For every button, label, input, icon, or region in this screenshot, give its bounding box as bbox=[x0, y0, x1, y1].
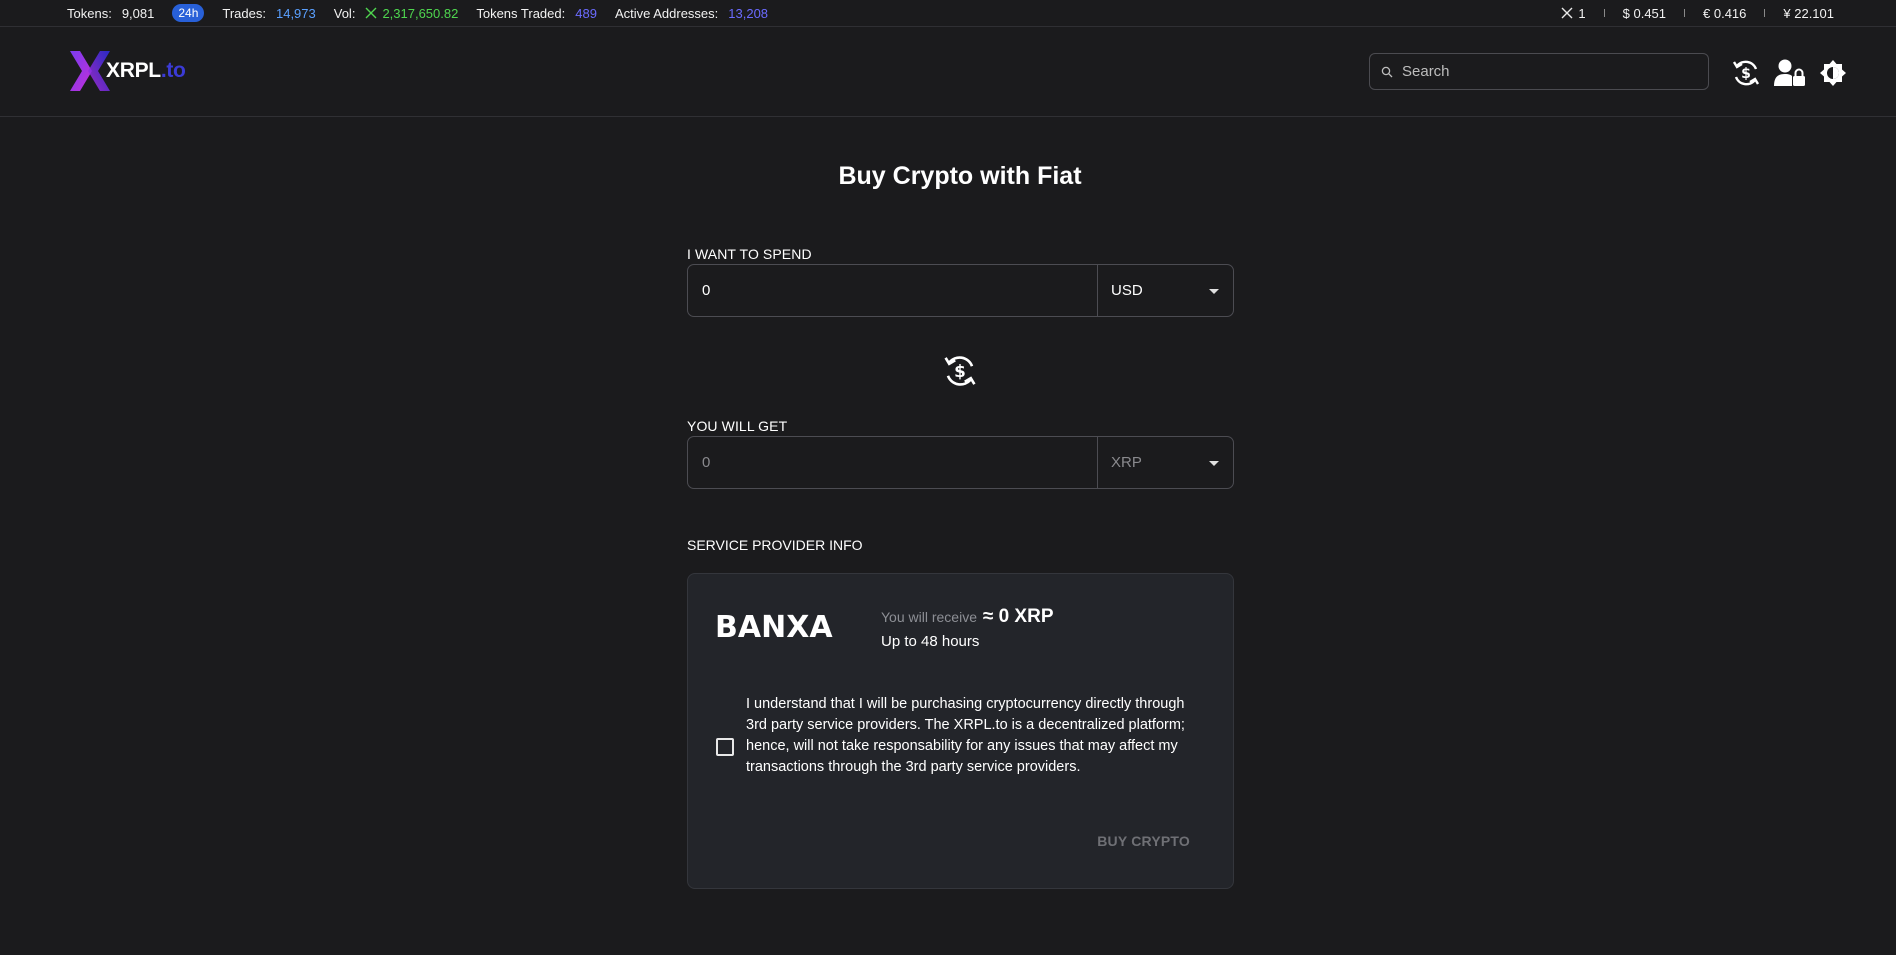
header: XRPL.to $ bbox=[0, 27, 1896, 117]
spend-label: I WANT TO SPEND bbox=[687, 246, 812, 262]
banxa-logo-text: BANXA bbox=[715, 611, 833, 641]
period-badge[interactable]: 24h bbox=[172, 4, 205, 22]
svg-text:$: $ bbox=[1741, 66, 1751, 82]
divider bbox=[1684, 9, 1686, 17]
get-amount-input[interactable]: 0 bbox=[688, 437, 1098, 488]
theme-toggle-icon[interactable] bbox=[1819, 58, 1847, 88]
receive-info: You will receive ≈ 0 XRP Up to 48 hours bbox=[881, 606, 1054, 650]
terms-checkbox[interactable] bbox=[716, 738, 734, 756]
banxa-logo: BANXA bbox=[715, 611, 833, 641]
receive-line: You will receive ≈ 0 XRP bbox=[881, 606, 1054, 628]
market-stats: Tokens: 9,081 24h Trades: 14,973 Vol: 2,… bbox=[67, 0, 768, 26]
logo-link[interactable]: XRPL.to bbox=[68, 49, 186, 93]
receive-amount: ≈ 0 XRP bbox=[982, 606, 1054, 627]
spend-currency-value: USD bbox=[1111, 282, 1143, 299]
xrp-icon bbox=[365, 7, 377, 18]
active-addresses-value: 13,208 bbox=[728, 5, 769, 21]
trades-value: 14,973 bbox=[275, 5, 316, 21]
divider bbox=[1603, 9, 1605, 17]
currency-exchange-icon[interactable]: $ bbox=[1731, 58, 1761, 88]
stats-bar: Tokens: 9,081 24h Trades: 14,973 Vol: 2,… bbox=[0, 0, 1896, 27]
receive-prefix: You will receive bbox=[881, 609, 977, 625]
currency-swap-icon[interactable]: $ bbox=[942, 353, 978, 389]
logo-text: XRPL.to bbox=[106, 59, 186, 83]
chevron-down-icon bbox=[1209, 289, 1219, 294]
get-currency-select[interactable]: XRP bbox=[1098, 437, 1233, 488]
chevron-down-icon bbox=[1209, 461, 1219, 466]
price-xrp: 1 bbox=[1578, 5, 1586, 21]
buy-crypto-button[interactable]: BUY CRYPTO bbox=[1097, 833, 1190, 849]
tokens-value: 9,081 bbox=[121, 5, 155, 21]
search-box[interactable] bbox=[1369, 53, 1709, 90]
vol-amount: 2,317,650.82 bbox=[382, 5, 459, 21]
price-eur: € 0.416 bbox=[1703, 5, 1747, 21]
get-field: 0 XRP bbox=[687, 436, 1234, 489]
user-lock-icon[interactable] bbox=[1773, 58, 1807, 88]
spend-amount-input[interactable]: 0 bbox=[688, 265, 1098, 316]
vol-label: Vol: bbox=[333, 5, 356, 21]
xrp-icon bbox=[1561, 7, 1573, 19]
price-usd: $ 0.451 bbox=[1622, 5, 1667, 21]
get-currency-value: XRP bbox=[1111, 454, 1142, 471]
price-cny: ¥ 22.101 bbox=[1783, 5, 1834, 21]
logo-suffix: .to bbox=[160, 59, 186, 82]
page-title: Buy Crypto with Fiat bbox=[838, 162, 1082, 190]
logo-main: XRPL bbox=[106, 59, 161, 82]
trades-label: Trades: bbox=[222, 5, 266, 21]
price-ticker: 1 $ 0.451 € 0.416 ¥ 22.101 bbox=[1561, 0, 1834, 26]
search-input[interactable] bbox=[1402, 63, 1692, 80]
search-icon bbox=[1381, 66, 1393, 77]
eta-text: Up to 48 hours bbox=[881, 633, 980, 650]
vol-value: 2,317,650.82 bbox=[365, 6, 458, 21]
active-addresses-label: Active Addresses: bbox=[614, 5, 719, 21]
svg-text:$: $ bbox=[954, 361, 966, 381]
tokens-traded-label: Tokens Traded: bbox=[476, 5, 566, 21]
terms-text: I understand that I will be purchasing c… bbox=[746, 696, 1185, 775]
provider-card: BANXA You will receive ≈ 0 XRP Up to 48 … bbox=[687, 573, 1234, 889]
spend-currency-select[interactable]: USD bbox=[1098, 265, 1233, 316]
spend-field: 0 USD bbox=[687, 264, 1234, 317]
divider bbox=[1764, 9, 1766, 17]
tokens-traded-value: 489 bbox=[575, 5, 597, 21]
tokens-label: Tokens: bbox=[67, 5, 112, 21]
provider-section-label: SERVICE PROVIDER INFO bbox=[687, 537, 863, 553]
get-label: YOU WILL GET bbox=[687, 418, 788, 434]
